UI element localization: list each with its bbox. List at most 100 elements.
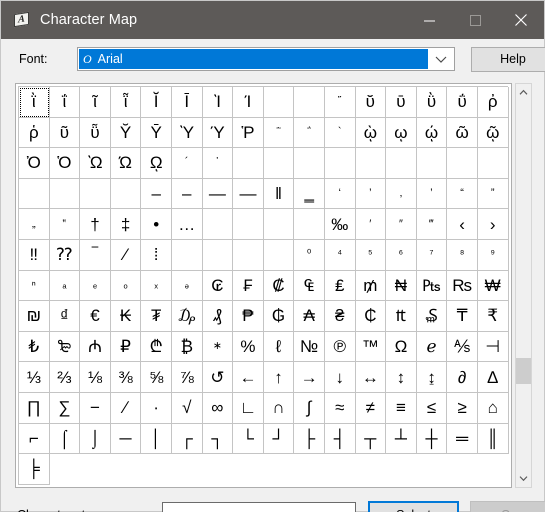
character-cell[interactable]: ₣ (233, 271, 264, 302)
character-cell[interactable]: ℗ (325, 332, 356, 363)
character-cell[interactable]: ₹ (478, 301, 509, 332)
character-cell[interactable]: ₵ (356, 301, 387, 332)
character-cell[interactable]: ⁶ (386, 240, 417, 271)
character-cell[interactable]: ₸ (447, 301, 478, 332)
character-cell[interactable]: ΰ (447, 87, 478, 118)
character-cell[interactable]: … (172, 209, 203, 240)
character-cell[interactable]: ⅔ (50, 362, 81, 393)
character-cell[interactable]: ´ (172, 148, 203, 179)
character-cell[interactable]: ‹ (447, 209, 478, 240)
character-cell[interactable]: ₦ (386, 271, 417, 302)
character-cell[interactable]: ↑ (264, 362, 295, 393)
character-cell[interactable]: ” (478, 179, 509, 210)
character-cell[interactable]: Ὁ (50, 148, 81, 179)
character-cell[interactable]: ῾ (203, 148, 234, 179)
character-cell[interactable] (294, 209, 325, 240)
character-cell[interactable]: ┬ (356, 424, 387, 455)
character-cell[interactable]: Ώ (111, 148, 142, 179)
character-cell[interactable]: ₱ (233, 301, 264, 332)
character-cell[interactable]: ῎ (325, 87, 356, 118)
character-cell[interactable]: ≡ (386, 393, 417, 424)
grid-scrollbar[interactable] (515, 83, 532, 488)
scrollbar-thumb[interactable] (516, 358, 531, 384)
character-cell[interactable]: ′ (356, 209, 387, 240)
character-cell[interactable] (264, 148, 295, 179)
character-cell[interactable]: ₿ (172, 332, 203, 363)
character-cell[interactable]: ≠ (356, 393, 387, 424)
character-cell[interactable] (233, 240, 264, 271)
character-cell[interactable]: ↔ (356, 362, 387, 393)
character-cell[interactable]: ⁞ (141, 240, 172, 271)
character-cell[interactable]: ‡ (111, 209, 142, 240)
character-cell[interactable]: ₔ (172, 271, 203, 302)
character-cell[interactable]: ⅜ (111, 362, 142, 393)
character-cell[interactable]: ₠ (294, 271, 325, 302)
character-cell[interactable]: ≥ (447, 393, 478, 424)
scroll-up-button[interactable] (516, 84, 531, 101)
character-cell[interactable]: € (80, 301, 111, 332)
character-cell[interactable]: ⁷ (417, 240, 448, 271)
character-cell[interactable] (233, 209, 264, 240)
close-button[interactable] (498, 1, 544, 39)
character-cell[interactable]: → (294, 362, 325, 393)
character-cell[interactable] (203, 240, 234, 271)
character-cell[interactable]: — (203, 179, 234, 210)
character-cell[interactable]: ₳ (294, 301, 325, 332)
character-cell[interactable]: ⁇ (50, 240, 81, 271)
character-cell[interactable]: ‚ (386, 179, 417, 210)
character-cell[interactable]: ₪ (19, 301, 50, 332)
character-cell[interactable]: ₓ (141, 271, 172, 302)
character-cell[interactable] (111, 179, 142, 210)
character-cell[interactable]: ∑ (50, 393, 81, 424)
character-cell[interactable]: ₤ (325, 271, 356, 302)
character-cell[interactable]: ῳ (386, 118, 417, 149)
character-cell[interactable]: † (80, 209, 111, 240)
character-cell[interactable]: ™ (356, 332, 387, 363)
scrollbar-track[interactable] (516, 101, 531, 470)
character-cell[interactable]: ₴ (325, 301, 356, 332)
character-cell[interactable]: ῶ (447, 118, 478, 149)
character-cell[interactable]: ↕ (386, 362, 417, 393)
character-cell[interactable]: ∫ (294, 393, 325, 424)
character-cell[interactable]: ″ (386, 209, 417, 240)
character-cell[interactable]: ‖ (264, 179, 295, 210)
character-cell[interactable]: ↓ (325, 362, 356, 393)
character-cell[interactable]: ‴ (417, 209, 448, 240)
character-cell[interactable]: ⅍ (447, 332, 478, 363)
character-cell[interactable]: ‼ (19, 240, 50, 271)
character-cell[interactable]: – (172, 179, 203, 210)
character-cell[interactable] (447, 148, 478, 179)
character-cell[interactable]: ┐ (203, 424, 234, 455)
character-cell[interactable] (417, 148, 448, 179)
character-cell[interactable]: ⅛ (80, 362, 111, 393)
character-cell[interactable]: ↨ (417, 362, 448, 393)
character-cell[interactable]: ₷ (417, 301, 448, 332)
character-cell[interactable]: ΐ (50, 87, 81, 118)
character-cell[interactable]: ℯ (417, 332, 448, 363)
character-cell[interactable]: ₩ (478, 271, 509, 302)
character-cell[interactable]: − (80, 393, 111, 424)
character-cell[interactable]: ₧ (417, 271, 448, 302)
character-cell[interactable]: Ῠ (111, 118, 142, 149)
character-cell[interactable]: ῴ (417, 118, 448, 149)
character-cell[interactable]: ⁿ (19, 271, 50, 302)
character-cell[interactable]: ‟ (50, 209, 81, 240)
character-cell[interactable]: ₼ (80, 332, 111, 363)
character-cell[interactable] (325, 148, 356, 179)
character-cell[interactable]: ║ (478, 424, 509, 455)
character-cell[interactable]: ⌡ (80, 424, 111, 455)
character-cell[interactable]: ├ (294, 424, 325, 455)
character-cell[interactable]: ῕ (294, 87, 325, 118)
character-cell[interactable]: ═ (447, 424, 478, 455)
character-cell[interactable]: ῤ (478, 87, 509, 118)
character-cell[interactable]: ₡ (264, 271, 295, 302)
character-cell[interactable]: ∩ (264, 393, 295, 424)
character-cell[interactable]: ‛ (417, 179, 448, 210)
character-cell[interactable]: ₨ (447, 271, 478, 302)
character-cell[interactable]: ` (325, 118, 356, 149)
character-cell[interactable]: ↺ (203, 362, 234, 393)
character-cell[interactable]: ῧ (80, 118, 111, 149)
minimize-button[interactable] (406, 1, 452, 39)
character-cell[interactable] (233, 148, 264, 179)
character-cell[interactable] (19, 179, 50, 210)
